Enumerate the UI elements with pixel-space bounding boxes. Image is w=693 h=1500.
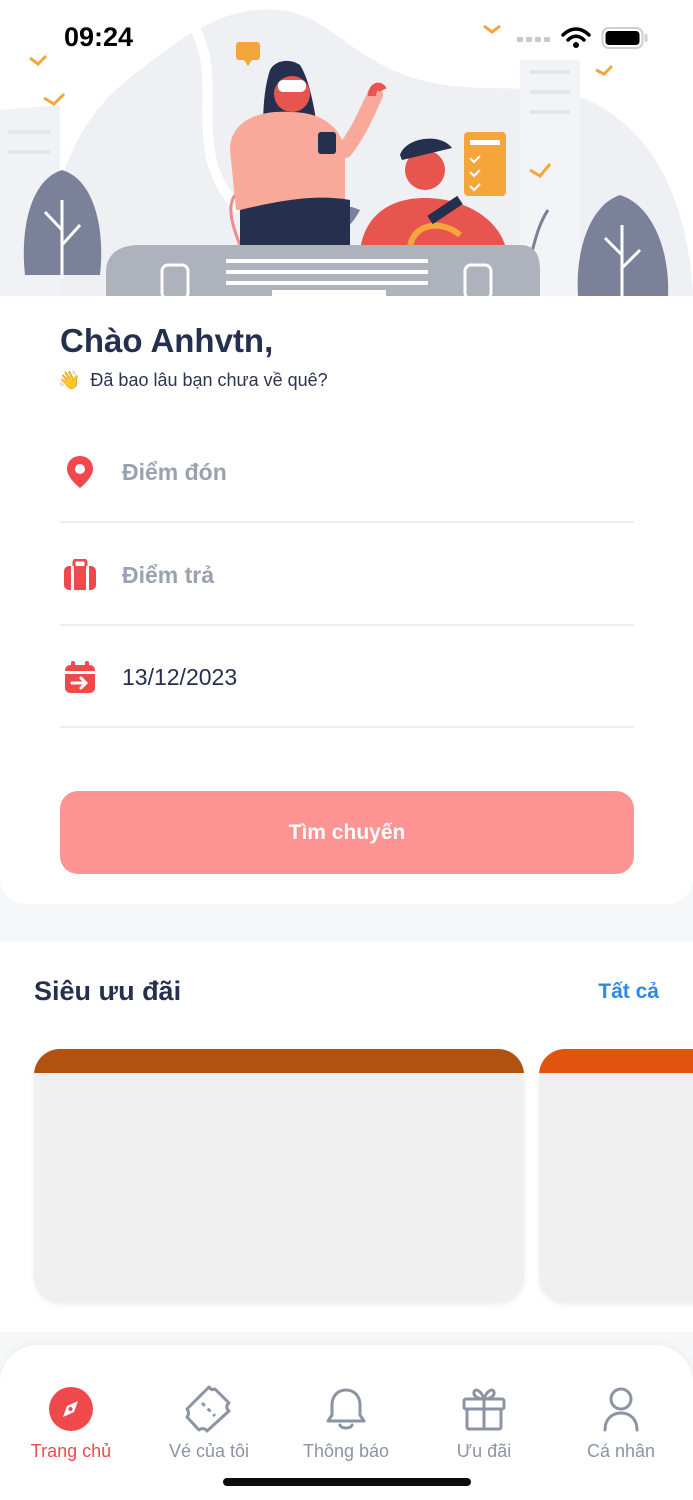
date-value: 13/12/2023 (122, 663, 238, 690)
dropoff-placeholder: Điểm trả (122, 561, 215, 588)
promo-banner-strip (34, 1049, 524, 1073)
nav-label: Trang chủ (30, 1441, 112, 1461)
wave-emoji: 👋 (58, 370, 81, 390)
wifi-icon (561, 27, 591, 48)
pickup-field[interactable]: Điểm đón (60, 423, 634, 523)
dropoff-field[interactable]: Điểm trả (60, 526, 634, 626)
promo-card[interactable] (539, 1049, 693, 1303)
nav-offers[interactable]: Ưu đãi (415, 1345, 553, 1475)
battery-icon (601, 27, 648, 49)
greeting-subtitle: 👋 Đã bao lâu bạn chưa về quê? (58, 370, 328, 391)
nav-label: Thông báo (302, 1441, 390, 1461)
status-bar: 09:24 (0, 0, 693, 80)
calendar-icon (62, 659, 98, 695)
promotions-title: Siêu ưu đãi (34, 976, 182, 1006)
nav-home[interactable]: Trang chủ (2, 1345, 140, 1475)
search-trips-button[interactable]: Tìm chuyến (60, 791, 634, 874)
nav-label: Ưu đãi (456, 1441, 512, 1461)
bottom-navigation: Trang chủ Vé của tôi Thông báo Ưu đãi Cá… (0, 1345, 693, 1500)
nav-my-tickets[interactable]: Vé của tôi (140, 1345, 278, 1475)
pickup-placeholder: Điểm đón (122, 458, 227, 485)
nav-label: Vé của tôi (168, 1441, 250, 1461)
signal-icon (517, 37, 550, 42)
nav-notifications[interactable]: Thông báo (277, 1345, 415, 1475)
status-time: 09:24 (64, 22, 134, 52)
promotions-section: Siêu ưu đãi Tất cả (0, 942, 693, 1332)
status-icons (517, 26, 649, 50)
gift-icon (460, 1385, 508, 1433)
see-all-link[interactable]: Tất cả (598, 980, 659, 1004)
promo-card[interactable] (34, 1049, 524, 1303)
compass-icon (47, 1385, 95, 1433)
nav-label: Cá nhân (586, 1441, 656, 1461)
greeting-title: Chào Anhvtn, (60, 322, 274, 359)
bell-icon (322, 1385, 370, 1433)
location-pin-icon (62, 454, 98, 490)
date-field[interactable]: 13/12/2023 (60, 628, 634, 728)
greeting-subtitle-text: Đã bao lâu bạn chưa về quê? (90, 370, 328, 390)
home-indicator (223, 1478, 471, 1486)
user-icon (597, 1385, 645, 1433)
promo-banner-strip (539, 1049, 693, 1073)
luggage-icon (62, 557, 98, 593)
ticket-icon (185, 1385, 233, 1433)
nav-profile[interactable]: Cá nhân (552, 1345, 690, 1475)
